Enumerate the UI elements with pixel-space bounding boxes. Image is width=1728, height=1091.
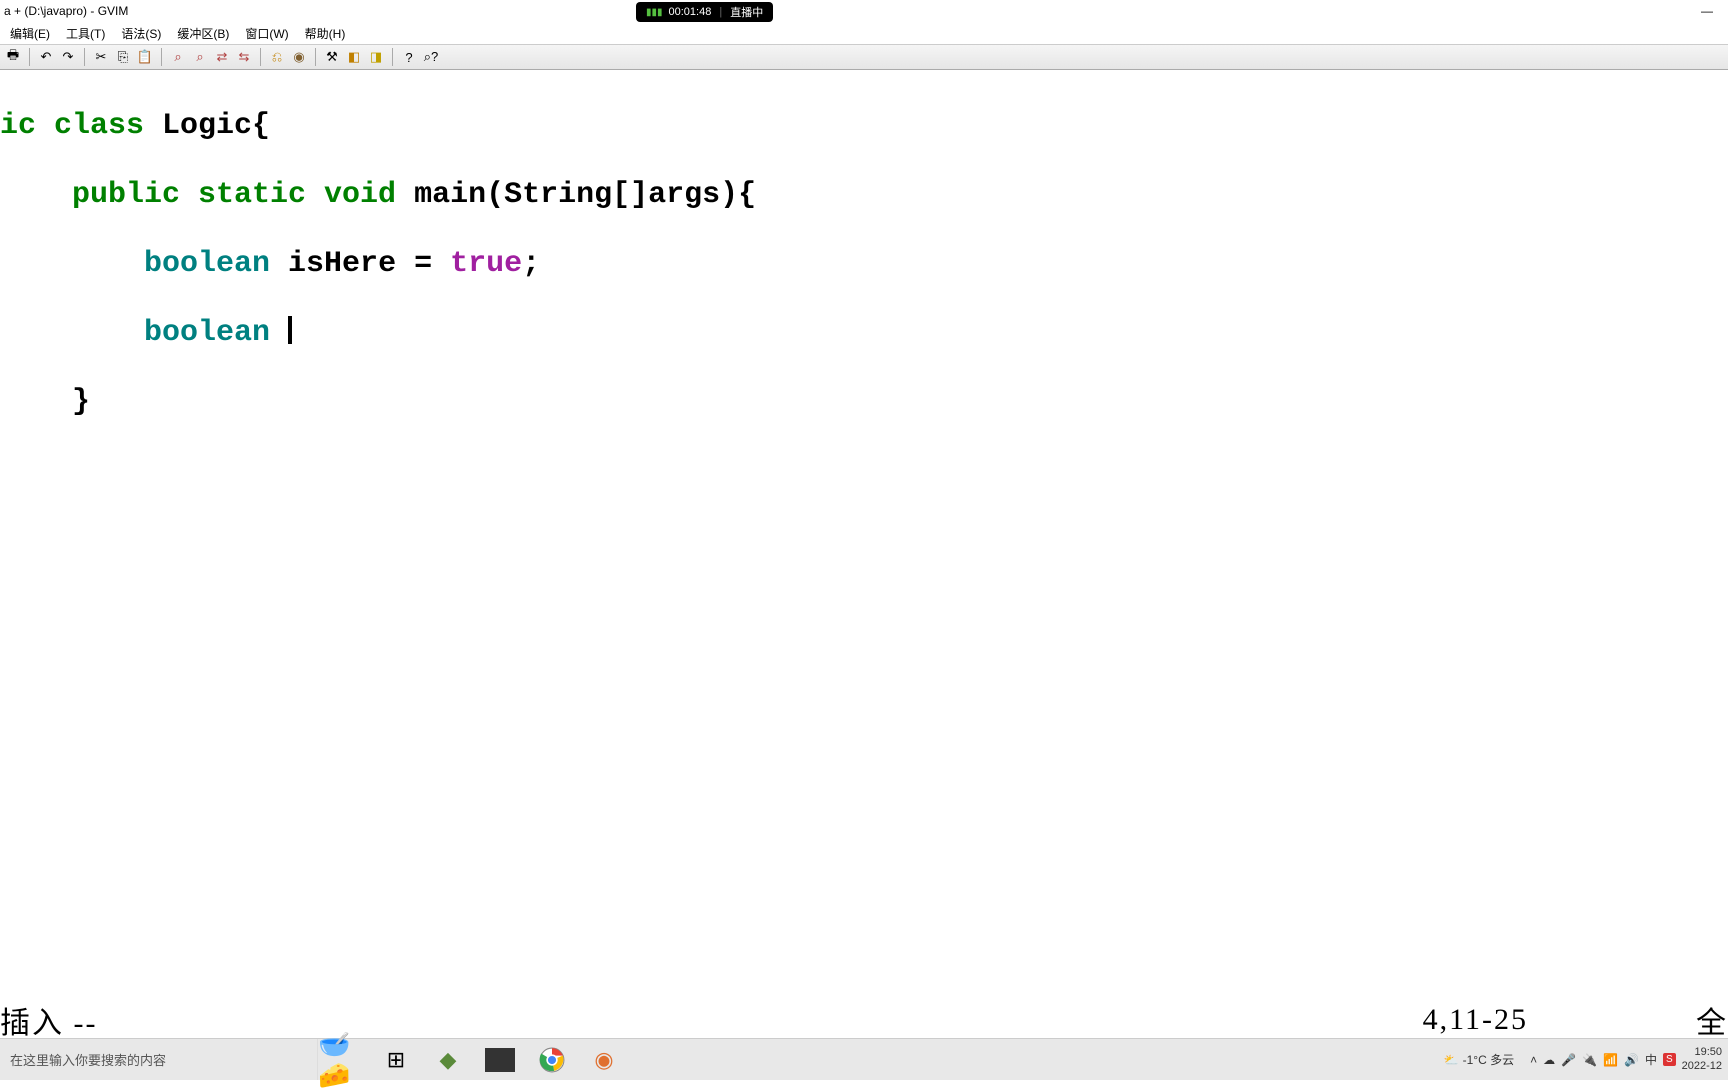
- shell-icon[interactable]: ◧: [345, 48, 363, 66]
- help-icon[interactable]: ?: [400, 48, 418, 66]
- minimize-button[interactable]: —: [1701, 4, 1713, 18]
- separator: [29, 48, 30, 66]
- taskbar: 在这里输入你要搜索的内容 🥣🧀 ⊞ ◆ ◉ ⛅ -1°C 多云 ˄ ☁ 🎤 🔌 …: [0, 1038, 1728, 1080]
- stream-time: 00:01:48: [669, 6, 712, 18]
- code-token: [270, 316, 288, 350]
- replace-icon[interactable]: ⇄: [213, 48, 231, 66]
- clock-time: 19:50: [1682, 1046, 1722, 1059]
- code-token: main(String[]args){: [396, 178, 756, 212]
- wifi-icon[interactable]: 📶: [1603, 1053, 1618, 1067]
- onedrive-icon[interactable]: ☁: [1543, 1053, 1555, 1067]
- taskview-icon[interactable]: ⊞: [370, 1039, 422, 1080]
- power-icon[interactable]: 🔌: [1582, 1053, 1597, 1067]
- findhelp-icon[interactable]: ⌕?: [422, 48, 440, 66]
- replace-all-icon[interactable]: ⇆: [235, 48, 253, 66]
- mic-icon[interactable]: 🎤: [1561, 1053, 1576, 1067]
- paste-icon[interactable]: 📋: [136, 48, 154, 66]
- find-icon[interactable]: ⌕: [169, 48, 187, 66]
- weather-text: -1°C 多云: [1463, 1051, 1514, 1068]
- menu-syntax[interactable]: 语法(S): [113, 23, 169, 44]
- app-icon[interactable]: ◆: [422, 1039, 474, 1080]
- menu-window[interactable]: 窗口(W): [237, 23, 296, 44]
- chrome-icon[interactable]: [526, 1039, 578, 1080]
- ime-icon[interactable]: 中: [1645, 1051, 1657, 1068]
- file-extent: 全: [1696, 998, 1726, 1042]
- obs-icon[interactable]: ◉: [578, 1039, 630, 1080]
- code-token: }: [0, 385, 90, 419]
- editor-area[interactable]: ic class Logic{ public static void main(…: [0, 70, 1728, 760]
- vim-mode: 插入 --: [0, 998, 97, 1042]
- window-title: a + (D:\javapro) - GVIM: [4, 4, 128, 18]
- system-tray: ⛅ -1°C 多云 ˄ ☁ 🎤 🔌 📶 🔊 中 S 19:50 2022-12: [1444, 1039, 1728, 1080]
- undo-icon[interactable]: ↶: [37, 48, 55, 66]
- stream-label: 直播中: [730, 4, 763, 20]
- session-icon[interactable]: ⎌: [268, 48, 286, 66]
- taskbar-search[interactable]: 在这里输入你要搜索的内容: [0, 1039, 318, 1080]
- clock-date: 2022-12: [1682, 1060, 1722, 1073]
- search-placeholder: 在这里输入你要搜索的内容: [10, 1050, 166, 1069]
- signal-icon: ▮▮▮: [646, 7, 663, 18]
- code-token: ;: [522, 247, 540, 281]
- volume-icon[interactable]: 🔊: [1624, 1053, 1639, 1067]
- titlebar: a + (D:\javapro) - GVIM —: [0, 0, 1728, 22]
- menubar: 编辑(E) 工具(T) 语法(S) 缓冲区(B) 窗口(W) 帮助(H): [0, 22, 1728, 44]
- separator: [161, 48, 162, 66]
- cortana-icon[interactable]: 🥣🧀: [318, 1039, 370, 1080]
- weather-icon: ⛅: [1444, 1053, 1459, 1067]
- separator: [315, 48, 316, 66]
- cut-icon[interactable]: ✂: [92, 48, 110, 66]
- code-token: ic class: [0, 109, 144, 143]
- menu-buffers[interactable]: 缓冲区(B): [169, 23, 237, 44]
- code-token: true: [450, 247, 522, 281]
- cursor-position: 4,11-25: [1423, 1003, 1528, 1037]
- text-cursor: [288, 316, 292, 344]
- terminal-icon[interactable]: [485, 1048, 515, 1072]
- menu-edit[interactable]: 编辑(E): [2, 23, 58, 44]
- tags-icon[interactable]: ◨: [367, 48, 385, 66]
- copy-icon[interactable]: ⎘: [114, 48, 132, 66]
- code-token: boolean: [0, 247, 270, 281]
- code-token: Logic{: [144, 109, 270, 143]
- chevron-up-icon[interactable]: ˄: [1530, 1053, 1537, 1067]
- status-line: 插入 -- 4,11-25 全: [0, 1002, 1728, 1038]
- print-icon[interactable]: 🖶: [4, 48, 22, 66]
- code-token: isHere =: [270, 247, 450, 281]
- clock[interactable]: 19:50 2022-12: [1682, 1046, 1722, 1072]
- code-token: public static void: [0, 178, 396, 212]
- stream-badge: ▮▮▮ 00:01:48 | 直播中: [636, 2, 773, 22]
- separator: [260, 48, 261, 66]
- code-token: boolean: [0, 316, 270, 350]
- toolbar: 🖶 ↶ ↷ ✂ ⎘ 📋 ⌕ ⌕ ⇄ ⇆ ⎌ ◉ ⚒ ◧ ◨ ? ⌕?: [0, 44, 1728, 70]
- separator: [392, 48, 393, 66]
- sogou-icon[interactable]: S: [1663, 1053, 1676, 1066]
- weather-widget[interactable]: ⛅ -1°C 多云: [1444, 1051, 1514, 1068]
- find-next-icon[interactable]: ⌕: [191, 48, 209, 66]
- runscript-icon[interactable]: ◉: [290, 48, 308, 66]
- menu-help[interactable]: 帮助(H): [297, 23, 354, 44]
- menu-tools[interactable]: 工具(T): [58, 23, 113, 44]
- separator: [84, 48, 85, 66]
- make-icon[interactable]: ⚒: [323, 48, 341, 66]
- redo-icon[interactable]: ↷: [59, 48, 77, 66]
